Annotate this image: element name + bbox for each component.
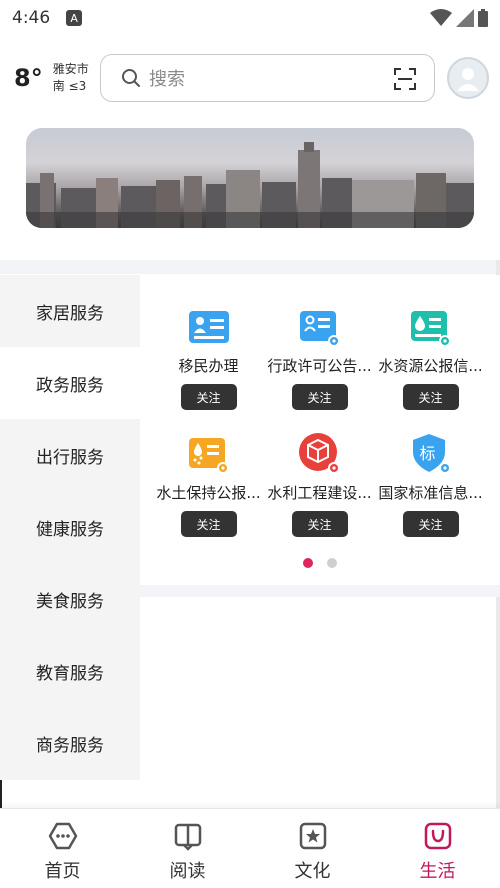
follow-button[interactable]: 关注 (291, 511, 348, 537)
city-banner-image[interactable] (26, 128, 474, 228)
header: 8° 雅安市 南 ≤3 搜索 (0, 52, 500, 104)
city-name: 雅安市 (52, 62, 89, 76)
standard-badge-text: 标 (419, 444, 436, 463)
service-panel: 移民办理 关注 行政许可公告... 关注 水资源公报信... 关注 水土保持公报… (140, 275, 500, 585)
search-input[interactable]: 搜索 (149, 65, 185, 91)
user-avatar-icon (457, 68, 479, 91)
wind-info: 南 ≤3 (52, 79, 87, 93)
page-dot[interactable] (327, 558, 337, 568)
shield-standard-icon: 标 (409, 432, 453, 476)
content-divider (140, 585, 500, 597)
search-icon (122, 69, 140, 87)
follow-button[interactable]: 关注 (180, 384, 237, 410)
sidebar-item-business-services[interactable]: 商务服务 (0, 707, 140, 779)
follow-button[interactable]: 关注 (291, 384, 348, 410)
scan-icon[interactable] (394, 68, 416, 90)
nav-item-home[interactable]: 首页 (0, 809, 125, 888)
left-edge-line (0, 780, 2, 808)
service-item[interactable]: 标 国家标准信息... 关注 (375, 432, 486, 537)
book-icon (174, 823, 201, 851)
weather-info[interactable]: 雅安市 南 ≤3 (53, 61, 89, 95)
bag-icon (424, 822, 451, 850)
service-item[interactable]: 水资源公报信... 关注 (375, 305, 486, 410)
status-time: 4:46 (12, 8, 51, 28)
status-bar: 4:46 A (0, 0, 500, 36)
service-label: 水利工程建设... (267, 484, 372, 502)
service-item[interactable]: 水土保持公报... 关注 (153, 432, 264, 537)
nav-label: 生活 (419, 861, 456, 882)
sidebar-item-home-services[interactable]: 家居服务 (0, 275, 140, 347)
id-card-icon (188, 311, 229, 343)
water-drop-icon (410, 311, 451, 347)
service-item[interactable]: 行政许可公告... 关注 (264, 305, 375, 410)
category-sidebar: 家居服务 政务服务 出行服务 健康服务 美食服务 教育服务 商务服务 (0, 275, 140, 780)
nav-label: 文化 (294, 861, 331, 882)
page-indicator (140, 558, 500, 568)
status-icons (430, 9, 488, 27)
sidebar-item-education-services[interactable]: 教育服务 (0, 635, 140, 707)
avatar[interactable] (447, 57, 489, 99)
signal-icon (456, 9, 474, 27)
service-label: 移民办理 (178, 357, 239, 375)
follow-button[interactable]: 关注 (180, 511, 237, 537)
sidebar-item-food-services[interactable]: 美食服务 (0, 563, 140, 635)
search-bar[interactable]: 搜索 (100, 54, 435, 102)
cube-icon (298, 433, 340, 474)
service-label: 行政许可公告... (267, 357, 372, 375)
nav-label: 首页 (44, 861, 81, 882)
wifi-icon (430, 9, 452, 26)
notification-a-icon: A (66, 10, 83, 26)
service-grid: 移民办理 关注 行政许可公告... 关注 水资源公报信... 关注 水土保持公报… (140, 305, 500, 537)
nav-label: 阅读 (169, 861, 206, 882)
service-label: 水土保持公报... (156, 484, 261, 502)
follow-button[interactable]: 关注 (402, 384, 459, 410)
temperature: 8° (14, 64, 43, 92)
follow-button[interactable]: 关注 (402, 511, 459, 537)
page-dot-active[interactable] (303, 558, 313, 568)
bottom-nav: 首页 阅读 文化 生活 (0, 808, 500, 888)
license-icon (299, 311, 340, 347)
soil-icon (188, 438, 229, 474)
home-icon (48, 822, 77, 850)
sidebar-item-travel-services[interactable]: 出行服务 (0, 419, 140, 491)
nav-item-life[interactable]: 生活 (375, 809, 500, 888)
service-label: 水资源公报信... (378, 357, 483, 375)
service-item[interactable]: 移民办理 关注 (153, 305, 264, 410)
star-badge-icon (299, 822, 326, 850)
service-label: 国家标准信息... (378, 484, 483, 502)
nav-item-read[interactable]: 阅读 (125, 809, 250, 888)
section-divider (0, 260, 500, 274)
battery-icon (478, 9, 488, 27)
sidebar-item-government-services[interactable]: 政务服务 (0, 347, 140, 419)
sidebar-item-health-services[interactable]: 健康服务 (0, 491, 140, 563)
service-item[interactable]: 水利工程建设... 关注 (264, 432, 375, 537)
nav-item-culture[interactable]: 文化 (250, 809, 375, 888)
